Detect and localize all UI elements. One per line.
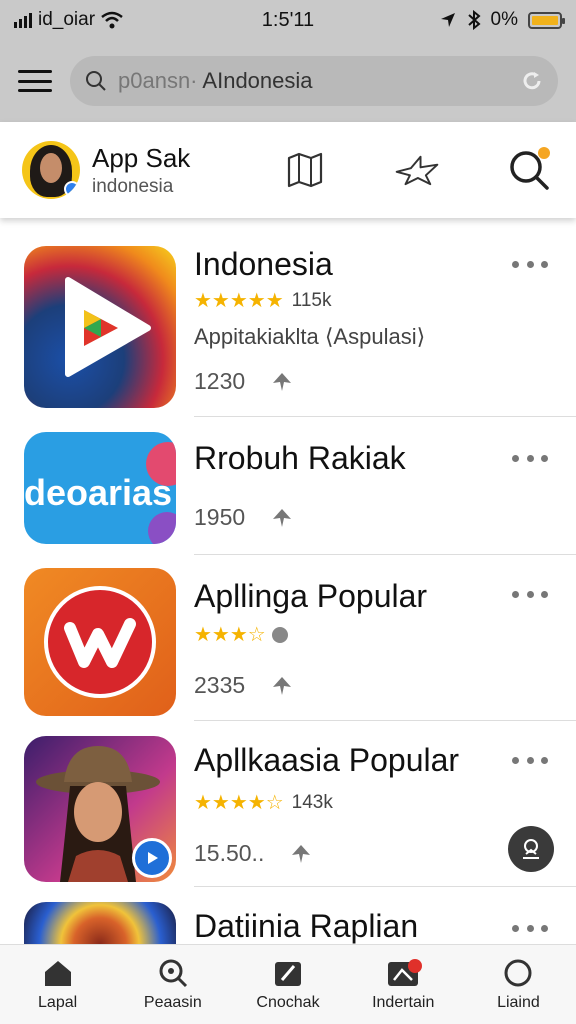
profile-title: App Sak [92, 142, 191, 173]
nav-item-lapal[interactable]: Lapal [0, 945, 115, 1024]
search-value: AIndonesia [202, 68, 313, 93]
app-icon-apllinga[interactable] [24, 568, 176, 716]
star-outline-icon[interactable] [394, 147, 440, 193]
top-search-bar: p0ansn· AIndonesia [0, 40, 576, 122]
status-time: 1:5'11 [261, 8, 315, 31]
app-name[interactable]: Rrobuh Rakiak [194, 440, 406, 477]
send-icon [273, 372, 292, 391]
app-name[interactable]: Apllkaasia Popular [194, 742, 459, 779]
more-options-button[interactable] [512, 584, 548, 604]
battery-icon [528, 11, 565, 29]
search-query[interactable]: p0ansn· AIndonesia [118, 68, 510, 94]
profile-subtitle: indonesia [92, 175, 174, 197]
app-meta: 2335 [194, 672, 293, 699]
battery-percent: 0% [490, 9, 518, 30]
send-icon [273, 676, 292, 695]
app-value: 1950 [194, 504, 246, 530]
refresh-icon[interactable] [520, 69, 544, 93]
rating: ★★★★☆ 143k [194, 790, 333, 815]
wifi-icon [101, 11, 123, 29]
menu-icon[interactable] [18, 70, 52, 92]
search-icon [86, 71, 106, 91]
nav-label: Liaind [497, 993, 540, 1011]
floating-action-button[interactable] [508, 826, 554, 872]
app-icon-rrobuh[interactable]: deoarias [24, 432, 176, 544]
status-bar: id_oiar 1:5'11 0% [0, 0, 576, 40]
app-icon-datiinia[interactable] [24, 902, 176, 944]
bottom-navigation: Lapal Peaasin Cnochak Indertain Liaind [0, 944, 576, 1024]
divider [194, 554, 576, 555]
app-icon-indonesia[interactable] [24, 246, 176, 408]
profile-header: App Sak indonesia [0, 122, 576, 218]
rating: ★★★★★ 115k [194, 288, 331, 313]
verified-badge-icon [64, 181, 80, 197]
location-icon [440, 13, 455, 27]
play-badge-icon [132, 838, 172, 878]
notification-badge [407, 959, 422, 973]
rating-stars: ★★★★★ [194, 290, 284, 312]
divider [194, 886, 576, 887]
rating-count: 115k [291, 289, 332, 311]
divider [194, 416, 576, 417]
avatar[interactable] [22, 141, 80, 199]
rating: ★★★☆ [194, 622, 288, 647]
app-icon-text: deoarias [24, 472, 173, 513]
nav-label: Lapal [38, 993, 78, 1011]
nav-item-indertain[interactable]: Indertain [346, 945, 461, 1024]
rating-count: 143k [291, 791, 333, 813]
verified-icon [271, 626, 288, 643]
search-input[interactable]: p0ansn· AIndonesia [70, 56, 558, 106]
app-value: 2335 [194, 672, 246, 698]
app-value: 15.50.. [194, 840, 265, 866]
rating-stars: ★★★☆ [194, 624, 266, 646]
search-icon[interactable] [506, 147, 552, 193]
circle-icon [504, 959, 532, 986]
send-icon [292, 844, 311, 863]
more-options-button[interactable] [512, 448, 548, 468]
nav-item-cnochak[interactable]: Cnochak [230, 945, 345, 1024]
divider [194, 720, 576, 721]
nav-item-peaasin[interactable]: Peaasin [115, 945, 230, 1024]
nav-label: Peaasin [143, 993, 202, 1011]
app-icon-apllkaasia[interactable] [24, 736, 176, 882]
more-options-button[interactable] [512, 918, 548, 938]
edit-icon [275, 961, 301, 986]
app-name[interactable]: Indonesia [194, 246, 333, 283]
more-options-button[interactable] [512, 750, 548, 770]
app-meta: 1950 [194, 504, 293, 531]
send-icon [273, 508, 292, 527]
status-left: id_oiar [14, 9, 214, 31]
nav-item-liaind[interactable]: Liaind [461, 945, 576, 1024]
profile-text: App Sak indonesia [92, 143, 242, 198]
app-name[interactable]: Apllinga Popular [194, 578, 427, 615]
rating-stars: ★★★★☆ [194, 792, 284, 814]
nav-label: Indertain [372, 993, 435, 1011]
home-icon [44, 960, 71, 986]
nav-label: Cnochak [256, 993, 320, 1011]
search-placeholder: p0ansn· [118, 68, 198, 93]
status-right: 0% [362, 9, 565, 31]
notification-dot [538, 147, 550, 159]
profile-actions [242, 147, 554, 193]
profile-switch-icon [523, 839, 539, 859]
app-description: Appitakiaklta ⟨Aspulasi⟩ [194, 324, 426, 349]
app-meta: 15.50.. [194, 840, 312, 867]
signal-icon [14, 12, 32, 28]
search-icon [159, 959, 187, 987]
carrier-name: id_oiar [38, 9, 96, 30]
app-name[interactable]: Datiinia Raplian [194, 908, 418, 945]
map-icon[interactable] [282, 147, 328, 193]
bluetooth-icon [467, 10, 481, 30]
more-options-button[interactable] [512, 254, 548, 274]
app-meta: 1230 [194, 368, 293, 395]
app-value: 1230 [194, 368, 246, 394]
